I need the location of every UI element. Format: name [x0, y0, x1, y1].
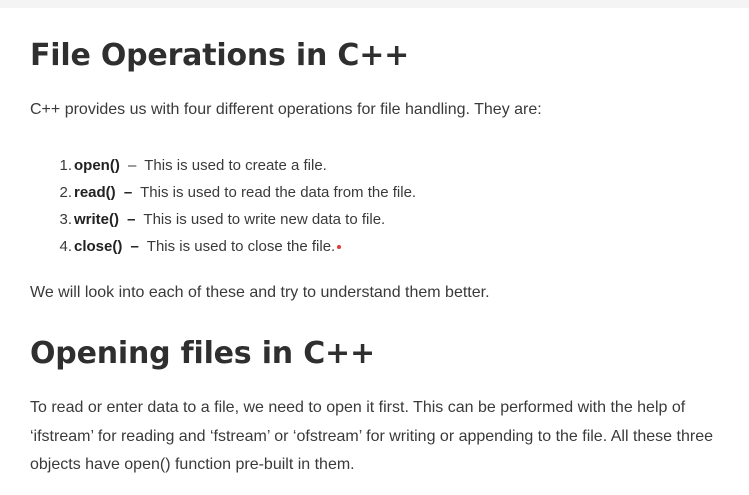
- list-item: 2. read() – This is used to read the dat…: [0, 179, 416, 206]
- operations-list: 1. open() – This is used to create a fil…: [0, 152, 416, 260]
- description: This is used to create a file.: [144, 157, 327, 174]
- intro-paragraph: C++ provides us with four different oper…: [30, 101, 542, 118]
- description: This is used to close the file.: [146, 238, 336, 255]
- section-title-file-operations: File Operations in C++: [30, 38, 410, 73]
- function-name: read(): [74, 184, 116, 201]
- top-strip: [0, 0, 749, 8]
- description: This is used to read the data from the f…: [140, 184, 417, 201]
- list-item: 3. write() – This is used to write new d…: [0, 206, 416, 233]
- list-item: 4. close() – This is used to close the f…: [0, 233, 416, 260]
- list-number: 3.: [59, 211, 72, 228]
- list-number: 4.: [59, 238, 72, 255]
- red-dot-icon: [337, 245, 342, 250]
- function-name: write(): [74, 211, 119, 228]
- function-name: close(): [74, 238, 123, 255]
- followup-paragraph: We will look into each of these and try …: [30, 284, 490, 301]
- dash: –: [127, 211, 136, 228]
- section-title-opening-files: Opening files in C++: [30, 336, 375, 371]
- opening-files-paragraph: To read or enter data to a file, we need…: [30, 399, 713, 473]
- dash: –: [123, 184, 133, 201]
- description: This is used to write new data to file.: [143, 211, 386, 228]
- list-number: 2.: [59, 184, 72, 201]
- dash: –: [128, 157, 137, 174]
- list-item: 1. open() – This is used to create a fil…: [0, 152, 416, 179]
- dash: –: [130, 238, 139, 255]
- list-number: 1.: [59, 157, 72, 174]
- function-name: open(): [74, 157, 120, 174]
